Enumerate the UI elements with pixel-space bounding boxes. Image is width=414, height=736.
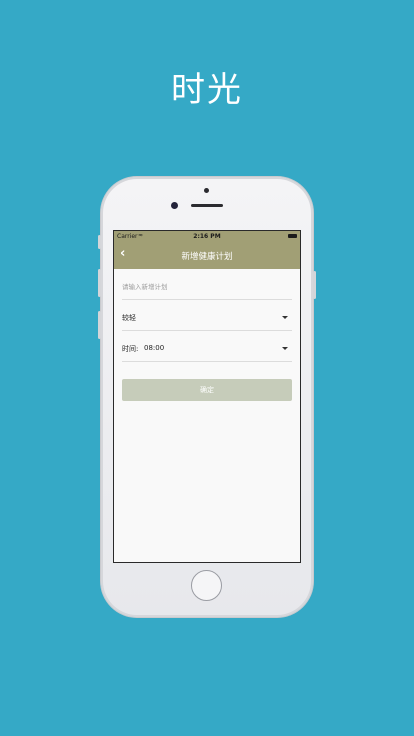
volume-down-button xyxy=(98,311,101,339)
time-select[interactable]: 时间: 08:00 xyxy=(122,331,292,362)
battery-icon xyxy=(288,234,297,238)
earpiece-speaker xyxy=(191,204,223,207)
power-button xyxy=(313,271,316,299)
intensity-select[interactable]: 较轻 xyxy=(122,300,292,331)
home-button[interactable] xyxy=(191,570,222,601)
health-plan-form: 请输入新增计划 较轻 时间: 08:00 确定 xyxy=(114,269,300,401)
front-camera xyxy=(171,202,178,209)
phone-frame: Carrier ≈ 2:16 PM ‹ 新增健康计划 请输入新增计划 较轻 时间… xyxy=(98,177,316,617)
phone-screen: Carrier ≈ 2:16 PM ‹ 新增健康计划 请输入新增计划 较轻 时间… xyxy=(113,230,301,563)
nav-title: 新增健康计划 xyxy=(181,252,233,262)
proximity-sensor xyxy=(204,188,209,193)
triangle-down-icon xyxy=(282,316,288,319)
time-label: 时间: xyxy=(122,345,139,353)
time-value: 08:00 xyxy=(144,344,165,352)
navigation-bar: ‹ 新增健康计划 xyxy=(114,242,300,269)
confirm-button[interactable]: 确定 xyxy=(122,379,292,401)
hero-title: 时光 xyxy=(171,70,243,110)
plan-input-placeholder: 请输入新增计划 xyxy=(122,283,168,291)
volume-up-button xyxy=(98,269,101,297)
triangle-down-icon xyxy=(282,347,288,350)
intensity-value: 较轻 xyxy=(122,314,136,322)
status-time: 2:16 PM xyxy=(193,233,221,240)
status-bar: Carrier ≈ 2:16 PM xyxy=(114,231,300,242)
mute-switch xyxy=(98,235,101,249)
plan-input[interactable]: 请输入新增计划 xyxy=(122,269,292,300)
